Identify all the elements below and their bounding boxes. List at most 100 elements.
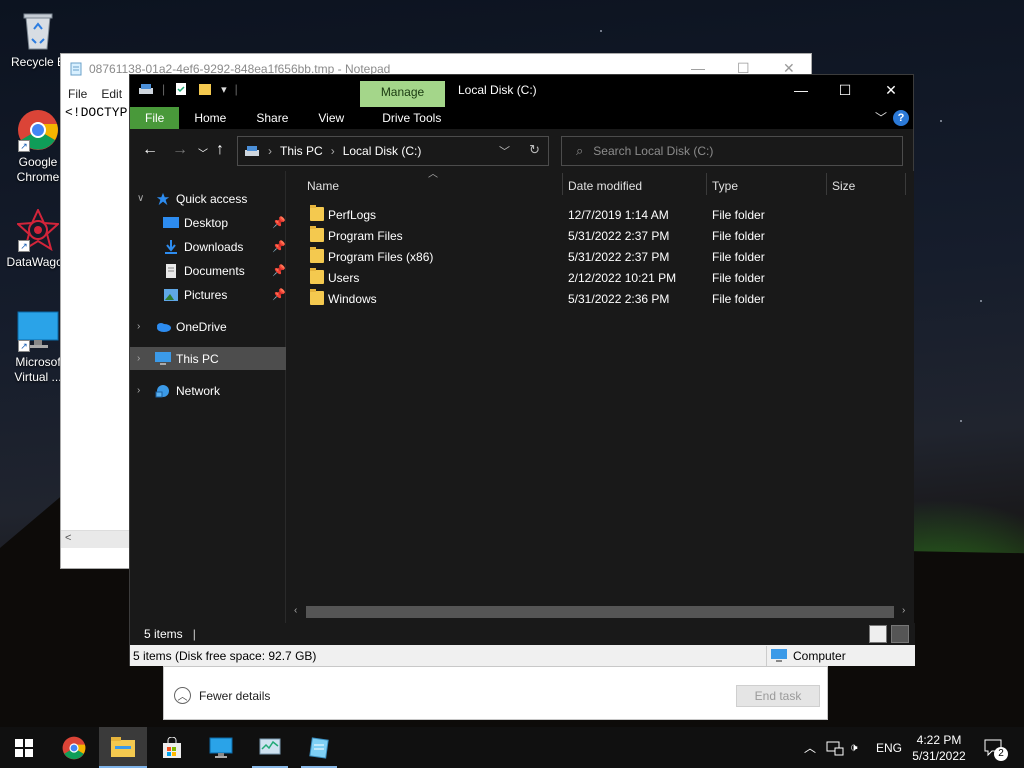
file-name: Windows — [328, 292, 377, 306]
item-count: 5 items — [144, 627, 183, 641]
disk-free-space: 5 items (Disk free space: 92.7 GB) — [133, 649, 317, 663]
column-divider[interactable] — [826, 173, 827, 195]
taskbar-store-button[interactable] — [148, 727, 196, 768]
sidebar-item-desktop[interactable]: Desktop 📌 — [130, 211, 286, 234]
tab-manage[interactable]: Manage — [360, 81, 445, 107]
sidebar-item-network[interactable]: › Network — [130, 379, 286, 402]
menu-file[interactable]: File — [68, 87, 87, 101]
network-status-icon[interactable] — [826, 727, 844, 768]
expand-ribbon-icon[interactable]: ﹀ — [875, 109, 887, 126]
column-divider[interactable] — [905, 173, 906, 195]
file-row[interactable]: Program Files (x86) 5/31/2022 2:37 PM Fi… — [308, 247, 898, 268]
customize-qat-icon[interactable]: ▾ — [221, 83, 227, 96]
scroll-left-icon[interactable]: ‹ — [294, 605, 297, 616]
help-icon[interactable]: ? — [893, 110, 909, 126]
breadcrumb-local-disk[interactable]: Local Disk (C:) — [343, 144, 422, 158]
maximize-button[interactable]: ☐ — [822, 75, 868, 105]
sidebar-item-pictures[interactable]: Pictures 📌 — [130, 283, 286, 306]
new-folder-icon[interactable] — [197, 81, 213, 97]
minimize-button[interactable]: — — [778, 75, 824, 105]
column-header-date-modified[interactable]: Date modified — [568, 179, 642, 193]
start-button[interactable] — [0, 727, 48, 768]
scroll-left-icon[interactable]: < — [65, 532, 71, 544]
file-row[interactable]: Program Files 5/31/2022 2:37 PM File fol… — [308, 226, 898, 247]
pin-icon[interactable]: 📌 — [272, 264, 286, 277]
column-header-size[interactable]: Size — [832, 179, 855, 193]
sidebar-label: Pictures — [184, 287, 228, 302]
menu-edit[interactable]: Edit — [101, 87, 122, 101]
pin-icon[interactable]: 📌 — [272, 240, 286, 253]
secondary-status-bar: 5 items (Disk free space: 92.7 GB) Compu… — [130, 645, 915, 666]
column-header-type[interactable]: Type — [712, 179, 738, 193]
chrome-icon — [62, 736, 86, 759]
column-header-name[interactable]: Name — [307, 179, 339, 193]
properties-icon[interactable] — [173, 81, 189, 97]
pictures-icon — [164, 288, 178, 301]
tab-drive-tools[interactable]: Drive Tools — [367, 107, 456, 129]
fewer-details-button[interactable]: ︿ Fewer details — [174, 687, 270, 704]
sidebar-label: Documents — [184, 263, 245, 278]
recycle-bin-icon — [16, 8, 60, 52]
pin-icon[interactable]: 📌 — [272, 288, 286, 301]
view-switcher — [869, 625, 909, 643]
computer-icon — [155, 351, 171, 365]
file-type: File folder — [712, 250, 765, 264]
tab-share[interactable]: Share — [241, 107, 303, 129]
end-task-button[interactable]: End task — [736, 685, 820, 707]
sidebar-item-this-pc[interactable]: › This PC — [130, 347, 286, 370]
chevron-up-icon: ︿ — [174, 687, 191, 704]
column-divider[interactable] — [706, 173, 707, 195]
language-indicator[interactable]: ENG — [876, 727, 902, 768]
file-row[interactable]: PerfLogs 12/7/2019 1:14 AM File folder — [308, 205, 898, 226]
close-button[interactable]: ✕ — [868, 75, 914, 105]
search-box[interactable]: ⌕ Search Local Disk (C:) — [561, 136, 903, 166]
sidebar-item-quick-access[interactable]: ∨ Quick access — [130, 187, 286, 210]
folder-icon — [310, 205, 324, 221]
volume-icon[interactable]: 🕩 — [850, 727, 858, 768]
taskbar-file-explorer-button[interactable] — [99, 727, 147, 768]
expanded-chevron-icon[interactable]: ∨ — [137, 193, 144, 204]
file-row[interactable]: Windows 5/31/2022 2:36 PM File folder — [308, 289, 898, 310]
breadcrumb-this-pc[interactable]: This PC — [280, 144, 323, 158]
action-center-button[interactable]: 2 — [984, 727, 1008, 768]
file-explorer-window[interactable]: | ▾ | Manage Local Disk (C:) — ☐ ✕ File … — [129, 74, 915, 666]
large-icons-view-icon[interactable] — [891, 625, 909, 643]
scrollbar-thumb[interactable] — [306, 606, 894, 618]
drive-icon[interactable] — [138, 81, 154, 97]
show-hidden-icons-button[interactable]: ︿ — [804, 727, 816, 768]
explorer-titlebar[interactable]: | ▾ | Manage Local Disk (C:) — ☐ ✕ — [130, 75, 913, 107]
taskbar-chrome-button[interactable] — [50, 727, 98, 768]
taskbar-task-manager-button[interactable] — [246, 727, 294, 768]
sidebar-item-documents[interactable]: Documents 📌 — [130, 259, 286, 282]
file-name: PerfLogs — [328, 208, 377, 222]
scroll-right-icon[interactable]: › — [902, 605, 905, 616]
recent-locations-chevron-icon[interactable]: ﹀ — [198, 145, 208, 160]
address-dropdown-icon[interactable]: ﹀ — [499, 143, 510, 159]
horizontal-scrollbar[interactable]: ‹ › — [288, 603, 914, 621]
refresh-icon[interactable]: ↻ — [529, 142, 540, 158]
tab-home[interactable]: Home — [179, 107, 241, 129]
tab-file[interactable]: File — [130, 107, 180, 129]
taskbar-remote-desktop-button[interactable] — [197, 727, 245, 768]
column-divider[interactable] — [562, 173, 563, 195]
back-arrow-icon[interactable]: ← — [142, 141, 158, 159]
pin-icon[interactable]: 📌 — [272, 216, 286, 229]
up-arrow-icon[interactable]: ↑ — [216, 141, 224, 159]
collapsed-chevron-icon[interactable]: › — [137, 353, 140, 364]
notepad-icon — [70, 62, 82, 75]
sidebar-item-onedrive[interactable]: › OneDrive — [130, 315, 286, 338]
tab-view[interactable]: View — [303, 107, 359, 129]
clock[interactable]: 4:22 PM 5/31/2022 — [904, 732, 974, 764]
sidebar-item-downloads[interactable]: Downloads 📌 — [130, 235, 286, 258]
notepad-horizontal-scrollbar[interactable]: < — [61, 530, 131, 548]
file-row[interactable]: Users 2/12/2022 10:21 PM File folder — [308, 268, 898, 289]
details-view-icon[interactable] — [869, 625, 887, 643]
taskbar-notepad-button[interactable] — [295, 727, 343, 768]
chevron-up-icon: ︿ — [804, 741, 817, 755]
address-bar[interactable]: › This PC › Local Disk (C:) ﹀ ↻ — [237, 136, 549, 166]
task-manager-window[interactable]: ︿ Fewer details End task — [163, 666, 828, 720]
collapsed-chevron-icon[interactable]: › — [137, 321, 140, 332]
collapsed-chevron-icon[interactable]: › — [137, 385, 140, 396]
sidebar-label: This PC — [176, 351, 219, 366]
forward-arrow-icon[interactable]: → — [172, 141, 188, 159]
